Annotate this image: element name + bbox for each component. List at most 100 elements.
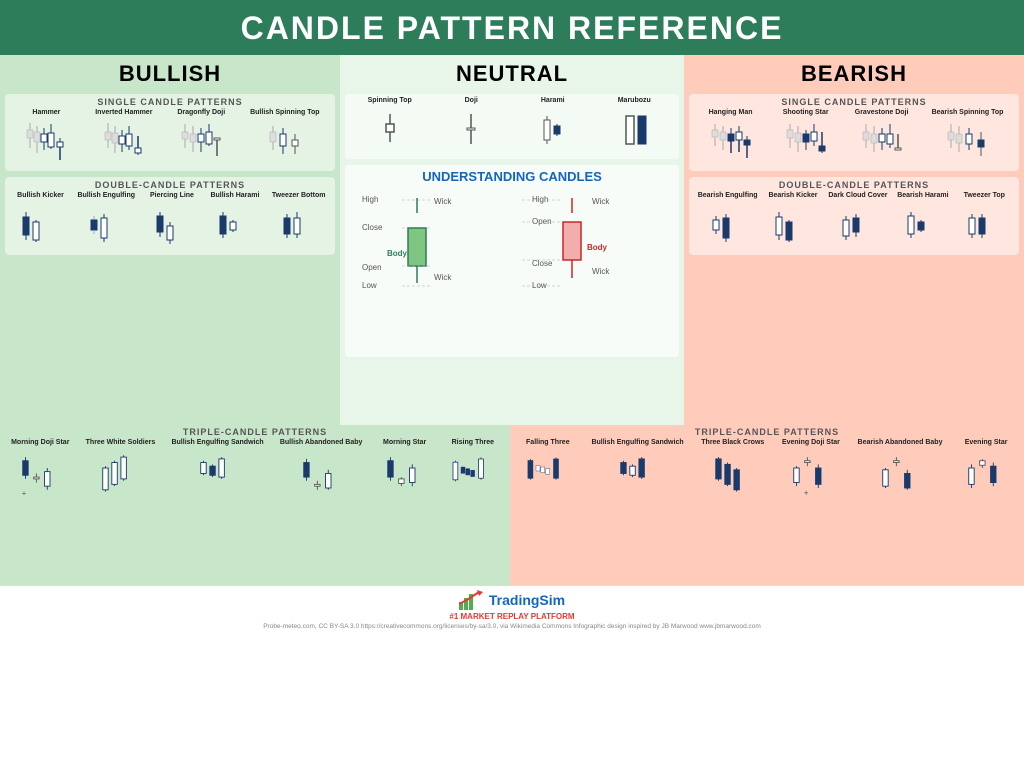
- pattern-evening-star: Evening Star: [960, 439, 1012, 498]
- bearish-single-patterns: Hanging Man: [693, 109, 1015, 168]
- bullish-double-patterns: Bullish Kicker Bullish Engulfing: [9, 192, 331, 251]
- bullish-abandoned-baby-icon: [297, 448, 345, 498]
- tweezer-bottom-icon: [275, 202, 323, 252]
- pattern-spinning-top: Spinning Top: [364, 97, 416, 156]
- neutral-column: NEUTRAL Spinning Top Doji: [340, 55, 684, 425]
- morning-doji-star-icon: +: [16, 448, 64, 498]
- pattern-rising-three: Rising Three: [447, 439, 499, 498]
- tweezer-top-icon: [960, 202, 1008, 252]
- gravestone-doji-icon: [858, 118, 906, 168]
- bullish-double-section: DOUBLE-CANDLE PATTERNS Bullish Kicker: [5, 177, 335, 254]
- three-black-crows-icon: [709, 448, 757, 498]
- pattern-bullish-spinning-top: Bullish Spinning Top: [250, 109, 319, 168]
- svg-text:Wick: Wick: [592, 267, 610, 276]
- bearish-triple-title: TRIPLE-CANDLE PATTERNS: [513, 427, 1021, 437]
- bullish-single-section: SINGLE CANDLE PATTERNS Hammer: [5, 94, 335, 171]
- pattern-bearish-spinning-top: Bearish Spinning Top: [932, 109, 1004, 168]
- pattern-bullish-harami: Bullish Harami: [209, 192, 261, 251]
- bullish-kicker-icon: [16, 202, 64, 252]
- pattern-bearish-abandoned-baby: Bearish Abandoned Baby: [858, 439, 943, 498]
- svg-text:Open: Open: [532, 217, 552, 226]
- footer-credits: Probe-meteo.com, CC BY-SA 3.0 https://cr…: [0, 623, 1024, 630]
- pattern-bullish-abandoned-baby: Bullish Abandoned Baby: [280, 439, 363, 498]
- top-section: BULLISH SINGLE CANDLE PATTERNS Hammer: [0, 55, 1024, 425]
- svg-text:High: High: [532, 195, 548, 204]
- pattern-bearish-engulfing: Bearish Engulfing: [698, 192, 758, 251]
- page-header: CANDLE PATTERN REFERENCE: [0, 0, 1024, 55]
- bearish-triple-patterns: Falling Three: [513, 439, 1021, 498]
- pattern-inverted-hammer: Inverted Hammer: [95, 109, 152, 168]
- tradingsim-logo-icon: [459, 590, 483, 610]
- svg-text:Low: Low: [532, 281, 547, 290]
- bullish-single-patterns: Hammer: [9, 109, 331, 168]
- evening-doji-star-icon: +: [787, 448, 835, 498]
- falling-three-icon: [524, 448, 572, 498]
- piercing-line-icon: [148, 202, 196, 252]
- footer-brand: TradingSim: [489, 592, 565, 608]
- understanding-candles-diagram: High Close Body Open Low Wick Wick High: [352, 188, 672, 348]
- pattern-morning-star: Morning Star: [379, 439, 431, 498]
- three-white-soldiers-icon: [96, 448, 144, 498]
- pattern-doji: Doji: [445, 97, 497, 156]
- dragonfly-doji-icon: [177, 118, 225, 168]
- pattern-hanging-man: Hanging Man: [705, 109, 757, 168]
- svg-text:Wick: Wick: [592, 197, 610, 206]
- app-container: CANDLE PATTERN REFERENCE BULLISH SINGLE …: [0, 0, 1024, 768]
- svg-text:+: +: [22, 489, 26, 498]
- pattern-harami: Harami: [527, 97, 579, 156]
- triple-section: TRIPLE-CANDLE PATTERNS Morning Doji Star: [0, 425, 1024, 585]
- rising-three-icon: [449, 448, 497, 498]
- bearish-double-patterns: Bearish Engulfing Bearish Kicker: [693, 192, 1015, 251]
- pattern-marubozu: Marubozu: [608, 97, 660, 156]
- hammer-icon: [22, 118, 70, 168]
- bullish-engulfing-sandwich-icon: [194, 448, 242, 498]
- dark-cloud-cover-icon: [834, 202, 882, 252]
- bullish-single-title: SINGLE CANDLE PATTERNS: [9, 97, 331, 107]
- bearish-kicker-icon: [769, 202, 817, 252]
- svg-text:Body: Body: [587, 243, 608, 252]
- bearish-column: BEARISH SINGLE CANDLE PATTERNS Hanging M…: [684, 55, 1024, 425]
- bullish-triple-patterns: Morning Doji Star +: [3, 439, 507, 498]
- bearish-engulfing-icon: [704, 202, 752, 252]
- svg-text:Wick: Wick: [434, 197, 452, 206]
- pattern-piercing-line: Piercing Line: [146, 192, 198, 251]
- page-title: CANDLE PATTERN REFERENCE: [0, 10, 1024, 47]
- spinning-top-icon: [366, 106, 414, 156]
- pattern-falling-three: Falling Three: [522, 439, 574, 498]
- svg-text:Body: Body: [387, 249, 408, 258]
- marubozu-icon: [610, 106, 658, 156]
- bullish-column: BULLISH SINGLE CANDLE PATTERNS Hammer: [0, 55, 340, 425]
- footer: TradingSim #1 MARKET REPLAY PLATFORM Pro…: [0, 585, 1024, 632]
- svg-text:Wick: Wick: [434, 273, 452, 282]
- footer-tagline: #1 MARKET REPLAY PLATFORM: [0, 612, 1024, 621]
- pattern-dragonfly-doji: Dragonfly Doji: [175, 109, 227, 168]
- pattern-bearish-kicker: Bearish Kicker: [767, 192, 819, 251]
- neutral-single-section: Spinning Top Doji: [345, 94, 679, 159]
- hanging-man-icon: [707, 118, 755, 168]
- svg-text:Open: Open: [362, 263, 382, 272]
- pattern-bullish-engulfing-sandwich: Bullish Engulfing Sandwich: [171, 439, 263, 498]
- pattern-three-black-crows: Three Black Crows: [701, 439, 764, 498]
- pattern-evening-doji-star: Evening Doji Star +: [782, 439, 840, 498]
- neutral-patterns: Spinning Top Doji: [349, 97, 675, 156]
- harami-icon: [529, 106, 577, 156]
- neutral-header: NEUTRAL: [343, 57, 681, 91]
- bullish-spinning-top-icon: [261, 118, 309, 168]
- pattern-tweezer-bottom: Tweezer Bottom: [272, 192, 326, 251]
- bullish-header: BULLISH: [3, 57, 337, 91]
- bearish-abandoned-baby-icon: [876, 448, 924, 498]
- svg-text:Low: Low: [362, 281, 377, 290]
- bearish-spinning-top-icon: [943, 118, 991, 168]
- shooting-star-icon: [782, 118, 830, 168]
- svg-text:+: +: [804, 489, 809, 498]
- bearish-engulfing-sandwich-icon: [614, 448, 662, 498]
- understanding-title: UNDERSTANDING CANDLES: [349, 169, 675, 184]
- bearish-header: BEARISH: [687, 57, 1021, 91]
- bullish-triple-title: TRIPLE-CANDLE PATTERNS: [3, 427, 507, 437]
- pattern-shooting-star: Shooting Star: [780, 109, 832, 168]
- bullish-engulfing-icon: [82, 202, 130, 252]
- svg-text:High: High: [362, 195, 378, 204]
- bearish-double-title: DOUBLE-CANDLE PATTERNS: [693, 180, 1015, 190]
- pattern-hammer: Hammer: [20, 109, 72, 168]
- bearish-single-section: SINGLE CANDLE PATTERNS Hanging Man: [689, 94, 1019, 171]
